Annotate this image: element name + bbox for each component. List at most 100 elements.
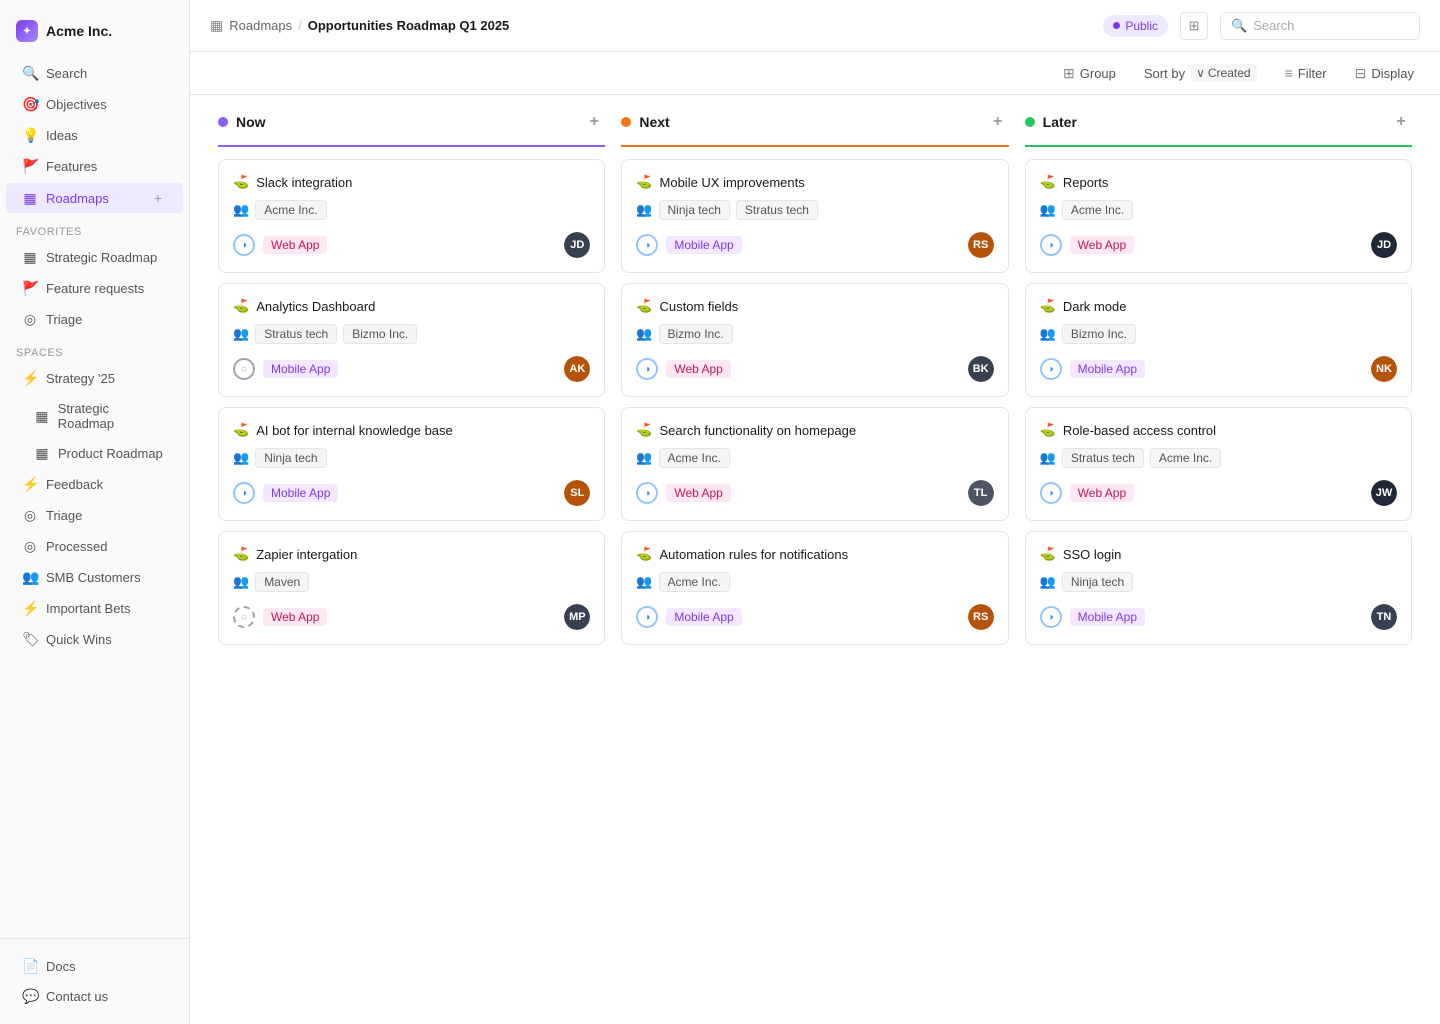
layout-toggle-button[interactable]: ⊞ — [1180, 12, 1208, 40]
sidebar-item-docs[interactable]: 📄 Docs — [6, 952, 183, 981]
sidebar-label-objectives: Objectives — [46, 97, 107, 112]
app-tag: Mobile App — [1070, 608, 1145, 626]
sidebar-item-smb-customers[interactable]: 👥 SMB Customers — [6, 563, 183, 592]
sidebar-item-roadmaps[interactable]: ▦ Roadmaps + — [6, 183, 183, 213]
card-flag-icon: ⛳ — [1040, 298, 1056, 314]
sidebar-item-strategic-roadmap2[interactable]: ▦ Strategic Roadmap — [6, 395, 183, 437]
avatar-initials: BK — [968, 356, 994, 382]
card[interactable]: ⛳ Mobile UX improvements 👥 Ninja techStr… — [621, 159, 1008, 273]
card[interactable]: ⛳ Search functionality on homepage 👥 Acm… — [621, 407, 1008, 521]
group-button[interactable]: ⊞ Group — [1057, 61, 1122, 86]
company-tag: Stratus tech — [736, 200, 818, 220]
avatar: SL — [564, 480, 590, 506]
card[interactable]: ⛳ Automation rules for notifications 👥 A… — [621, 531, 1008, 645]
company-tag: Stratus tech — [1062, 448, 1144, 468]
card-footer: ◑ Web App JD — [1040, 232, 1397, 258]
sidebar-label-processed: Processed — [46, 539, 107, 554]
company-tag: Bizmo Inc. — [659, 324, 733, 344]
sidebar-item-feature-requests[interactable]: 🚩 Feature requests — [6, 274, 183, 303]
companies-icon: 👥 — [233, 202, 249, 218]
column-add-button-next[interactable]: + — [987, 111, 1009, 133]
column-dot-next — [621, 117, 631, 127]
avatar: BK — [968, 356, 994, 382]
company-tag: Bizmo Inc. — [1062, 324, 1136, 344]
column-label-later: Later — [1043, 114, 1077, 130]
avatar-initials: RS — [968, 232, 994, 258]
sidebar-item-product-roadmap[interactable]: ▦ Product Roadmap — [6, 439, 183, 468]
sidebar-item-features[interactable]: 🚩 Features — [6, 152, 183, 181]
card-title: ⛳ Custom fields — [636, 298, 993, 314]
public-dot — [1113, 22, 1120, 29]
sidebar-item-processed[interactable]: ◎ Processed — [6, 532, 183, 561]
column-dot-later — [1025, 117, 1035, 127]
column-label-next: Next — [639, 114, 669, 130]
favorites-section-label: Favorites — [0, 214, 189, 242]
card[interactable]: ⛳ Dark mode 👥 Bizmo Inc. ◑ Mobile App NK — [1025, 283, 1412, 397]
card-footer: ◑ Web App JD — [233, 232, 590, 258]
sidebar-label-features: Features — [46, 159, 97, 174]
feedback-icon: ⚡ — [22, 476, 38, 493]
sidebar-item-triage2[interactable]: ◎ Triage — [6, 501, 183, 530]
card[interactable]: ⛳ Zapier intergation 👥 Maven ○ Web App M… — [218, 531, 605, 645]
docs-icon: 📄 — [22, 958, 38, 975]
roadmaps-add-button[interactable]: + — [149, 189, 167, 207]
card-title-text: Automation rules for notifications — [660, 547, 849, 562]
layout-icon: ⊞ — [1189, 18, 1200, 34]
column-add-button-now[interactable]: + — [583, 111, 605, 133]
sidebar-label-strategy25: Strategy '25 — [46, 371, 115, 386]
card-status-icon: ◑ — [636, 234, 658, 256]
avatar-initials: JD — [1371, 232, 1397, 258]
card-footer: ◑ Mobile App TN — [1040, 604, 1397, 630]
card[interactable]: ⛳ Slack integration 👥 Acme Inc. ◑ Web Ap… — [218, 159, 605, 273]
sidebar-item-search[interactable]: 🔍 Search — [6, 59, 183, 88]
visibility-badge[interactable]: Public — [1103, 15, 1168, 37]
sort-chevron: ∨ — [1196, 66, 1205, 80]
sidebar-item-strategy25[interactable]: ⚡ Strategy '25 — [6, 364, 183, 393]
sidebar-item-contact[interactable]: 💬 Contact us — [6, 982, 183, 1011]
app-logo[interactable]: Acme Inc. — [0, 12, 189, 58]
filter-icon: ≡ — [1285, 65, 1293, 81]
card-title: ⛳ Analytics Dashboard — [233, 298, 590, 314]
sidebar-label-strategic-roadmap2: Strategic Roadmap — [58, 401, 167, 431]
filter-label: Filter — [1298, 66, 1327, 81]
column-divider-next — [621, 145, 1008, 147]
breadcrumb-parent[interactable]: Roadmaps — [229, 18, 292, 33]
app-tag: Web App — [1070, 236, 1134, 254]
card-flag-icon: ⛳ — [636, 422, 652, 438]
objectives-icon: 🎯 — [22, 96, 38, 113]
card-footer: ◑ Mobile App RS — [636, 604, 993, 630]
header-search-box[interactable]: 🔍 Search — [1220, 12, 1420, 40]
sidebar-item-feedback[interactable]: ⚡ Feedback — [6, 470, 183, 499]
smb-icon: 👥 — [22, 569, 38, 586]
card-status-icon: ◑ — [1040, 358, 1062, 380]
sidebar-label-triage2: Triage — [46, 508, 82, 523]
display-button[interactable]: ⊟ Display — [1349, 61, 1420, 86]
card[interactable]: ⛳ Role-based access control 👥 Stratus te… — [1025, 407, 1412, 521]
sidebar-item-strategic-roadmap[interactable]: ▦ Strategic Roadmap — [6, 243, 183, 272]
column-add-button-later[interactable]: + — [1390, 111, 1412, 133]
filter-button[interactable]: ≡ Filter — [1279, 61, 1333, 85]
sort-button[interactable]: Sort by ∨ Created — [1138, 60, 1263, 86]
card-flag-icon: ⛳ — [233, 174, 249, 190]
companies-icon: 👥 — [636, 450, 652, 466]
card-title-text: Custom fields — [660, 299, 739, 314]
app-tag: Web App — [1070, 484, 1134, 502]
card[interactable]: ⛳ Analytics Dashboard 👥 Stratus techBizm… — [218, 283, 605, 397]
sidebar-item-ideas[interactable]: 💡 Ideas — [6, 121, 183, 150]
app-tag: Web App — [666, 484, 730, 502]
card[interactable]: ⛳ AI bot for internal knowledge base 👥 N… — [218, 407, 605, 521]
card-title-text: Search functionality on homepage — [660, 423, 857, 438]
sidebar-item-important-bets[interactable]: ⚡ Important Bets — [6, 594, 183, 623]
breadcrumb: ▦ Roadmaps / Opportunities Roadmap Q1 20… — [210, 17, 1091, 34]
card-status-icon: ◑ — [233, 234, 255, 256]
sidebar-item-triage[interactable]: ◎ Triage — [6, 305, 183, 334]
sidebar-item-objectives[interactable]: 🎯 Objectives — [6, 90, 183, 119]
card-title: ⛳ Automation rules for notifications — [636, 546, 993, 562]
quick-wins-icon: 🏷 — [22, 631, 38, 648]
card[interactable]: ⛳ Reports 👥 Acme Inc. ◑ Web App JD — [1025, 159, 1412, 273]
sidebar-item-quick-wins[interactable]: 🏷 Quick Wins — [6, 625, 183, 654]
avatar-initials: JW — [1371, 480, 1397, 506]
companies-icon: 👥 — [1040, 202, 1056, 218]
card[interactable]: ⛳ Custom fields 👥 Bizmo Inc. ◑ Web App B… — [621, 283, 1008, 397]
card[interactable]: ⛳ SSO login 👥 Ninja tech ◑ Mobile App TN — [1025, 531, 1412, 645]
